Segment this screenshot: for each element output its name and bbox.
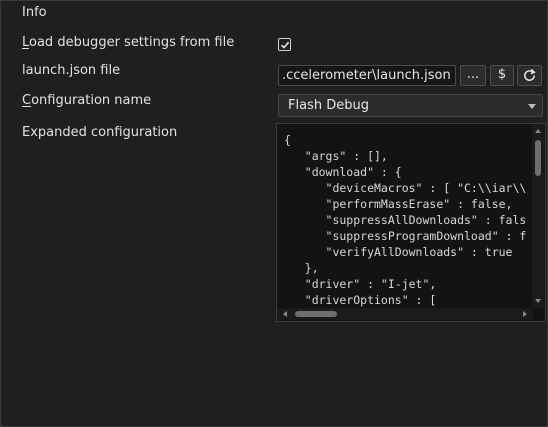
vertical-scrollbar[interactable] bbox=[532, 124, 544, 308]
settings-panel: Info Load debugger settings from file la… bbox=[0, 0, 548, 427]
json-line: "suppressAllDownloads" : fals bbox=[284, 213, 527, 227]
chevron-down-icon bbox=[528, 104, 536, 109]
config-name-label-text: onfiguration name bbox=[31, 93, 152, 108]
json-line: "driverOptions" : [ bbox=[284, 293, 437, 307]
json-text: { "args" : [], "download" : { "deviceMac… bbox=[284, 132, 526, 308]
json-line: "driver" : "I-jet", bbox=[284, 277, 437, 291]
load-settings-label[interactable]: Load debugger settings from file bbox=[22, 35, 234, 50]
json-line: }, bbox=[284, 261, 319, 275]
refresh-button[interactable] bbox=[517, 65, 542, 86]
launch-json-path-input[interactable]: .ccelerometer\launch.json bbox=[278, 65, 456, 86]
expanded-config-label: Expanded configuration bbox=[22, 125, 178, 140]
scroll-down-icon[interactable] bbox=[535, 299, 541, 303]
json-line: "download" : { bbox=[284, 165, 402, 179]
json-line: "deviceMacros" : [ "C:\\iar\\ bbox=[284, 181, 527, 195]
refresh-icon bbox=[524, 68, 536, 81]
json-line: { bbox=[284, 133, 291, 147]
browse-button[interactable]: ... bbox=[460, 65, 486, 86]
scroll-right-icon[interactable] bbox=[523, 311, 527, 317]
scrollbar-thumb[interactable] bbox=[295, 311, 337, 317]
config-name-label: Configuration name bbox=[22, 93, 151, 108]
macro-button[interactable]: $ bbox=[490, 65, 514, 86]
config-name-selected: Flash Debug bbox=[288, 98, 369, 113]
checkmark-icon bbox=[280, 41, 290, 49]
json-line: "args" : [], bbox=[284, 149, 388, 163]
config-name-dropdown[interactable]: Flash Debug bbox=[278, 94, 543, 117]
scroll-left-icon[interactable] bbox=[283, 311, 287, 317]
json-line: "suppressProgramDownload" : f bbox=[284, 229, 527, 243]
expanded-config-viewer[interactable]: { "args" : [], "download" : { "deviceMac… bbox=[276, 123, 546, 322]
section-title: Info bbox=[22, 5, 47, 20]
accelerator-key: L bbox=[22, 35, 30, 50]
launch-json-label: launch.json file bbox=[22, 63, 121, 78]
load-settings-checkbox[interactable] bbox=[278, 38, 291, 51]
accelerator-key: C bbox=[22, 93, 32, 108]
scroll-up-icon[interactable] bbox=[535, 129, 541, 133]
json-line: "verifyAllDownloads" : true bbox=[284, 245, 513, 259]
scrollbar-thumb[interactable] bbox=[535, 140, 541, 176]
json-line: "performMassErase" : false, bbox=[284, 197, 513, 211]
load-settings-label-text: oad debugger settings from file bbox=[29, 35, 235, 50]
horizontal-scrollbar[interactable] bbox=[277, 308, 533, 320]
